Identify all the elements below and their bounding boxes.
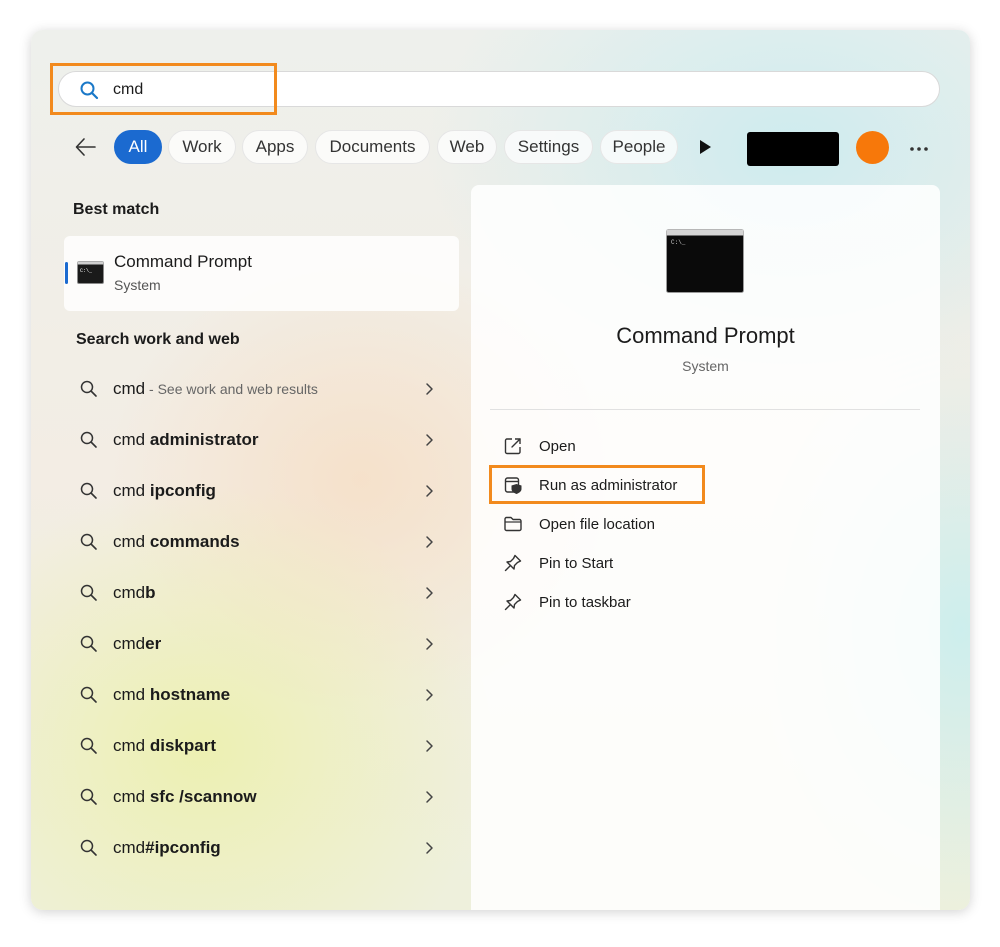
pin-icon (504, 593, 522, 611)
filter-bar: All Work Apps Documents Web Settings Peo… (31, 126, 970, 166)
web-result-text: cmd hostname (113, 685, 231, 704)
selection-indicator (65, 262, 68, 284)
action-open-file-location[interactable]: Open file location (493, 507, 723, 541)
chevron-right-icon (426, 383, 433, 395)
chevron-right-icon (426, 587, 433, 599)
search-icon (80, 686, 97, 703)
web-result-row[interactable]: cmd commands (64, 520, 459, 564)
web-result-row[interactable]: cmd hostname (64, 673, 459, 717)
web-result-row[interactable]: cmd - See work and web results (64, 367, 459, 411)
command-prompt-icon: C:\_ (666, 229, 744, 293)
chevron-right-icon (426, 842, 433, 854)
search-web-heading: Search work and web (76, 331, 240, 348)
search-icon (80, 635, 97, 652)
web-result-row[interactable]: cmd sfc /scannow (64, 775, 459, 819)
search-icon (80, 584, 97, 601)
pin-icon (504, 554, 522, 572)
web-result-row[interactable]: cmd administrator (64, 418, 459, 462)
avatar[interactable] (856, 131, 889, 164)
folder-icon (504, 516, 522, 532)
web-result-row[interactable]: cmd#ipconfig (64, 826, 459, 870)
chevron-right-icon (426, 485, 433, 497)
detail-subtitle: System (682, 358, 729, 374)
action-label: Open (539, 438, 576, 455)
web-result-text: cmd sfc /scannow (113, 787, 257, 806)
web-result-text: cmd diskpart (113, 736, 216, 755)
search-icon (80, 431, 97, 448)
divider (490, 409, 920, 410)
best-match-card[interactable]: C:\_ Command Prompt System (64, 236, 459, 311)
svg-text:C:\_: C:\_ (80, 268, 93, 274)
web-result-text: cmd#ipconfig (113, 838, 221, 857)
web-result-row[interactable]: cmd diskpart (64, 724, 459, 768)
chevron-right-icon (426, 638, 433, 650)
tab-settings[interactable]: Settings (504, 130, 593, 164)
svg-text:C:\_: C:\_ (671, 239, 686, 246)
open-external-icon (504, 438, 521, 455)
search-icon (80, 737, 97, 754)
tab-work[interactable]: Work (168, 130, 236, 164)
command-prompt-icon: C:\_ (77, 261, 104, 284)
web-result-text: cmder (113, 634, 162, 653)
more-icon[interactable] (909, 146, 929, 152)
search-window: All Work Apps Documents Web Settings Peo… (31, 30, 970, 910)
back-arrow-icon[interactable] (73, 134, 99, 160)
search-icon (80, 533, 97, 550)
search-icon (80, 839, 97, 856)
action-label: Pin to Start (539, 555, 614, 572)
best-match-subtitle: System (114, 277, 161, 293)
chevron-right-icon (426, 689, 433, 701)
search-input[interactable] (111, 78, 895, 102)
tab-web[interactable]: Web (437, 130, 497, 164)
web-result-row[interactable]: cmdb (64, 571, 459, 615)
web-result-text: cmd - See work and web results (113, 379, 318, 398)
search-box[interactable] (58, 71, 940, 107)
action-pin-to-start[interactable]: Pin to Start (493, 546, 723, 580)
web-result-text: cmd ipconfig (113, 481, 216, 500)
detail-panel: C:\_ Command Prompt System Open Run as a… (471, 185, 940, 910)
web-result-text: cmd commands (113, 532, 240, 551)
search-icon (80, 482, 97, 499)
action-open[interactable]: Open (493, 429, 723, 463)
chevron-right-icon (426, 740, 433, 752)
action-label: Pin to taskbar (539, 594, 631, 611)
play-icon[interactable] (697, 138, 713, 156)
search-icon (80, 788, 97, 805)
best-match-heading: Best match (73, 201, 160, 218)
action-label: Run as administrator (539, 477, 678, 494)
web-result-text: cmd administrator (113, 430, 259, 449)
search-icon (80, 81, 99, 100)
action-label: Open file location (539, 516, 655, 533)
search-icon (80, 380, 97, 397)
tab-apps[interactable]: Apps (242, 130, 308, 164)
tab-people[interactable]: People (600, 130, 678, 164)
detail-title: Command Prompt (616, 323, 795, 348)
action-run-as-administrator[interactable]: Run as administrator (493, 468, 723, 502)
best-match-title: Command Prompt (114, 252, 252, 271)
tab-documents[interactable]: Documents (315, 130, 430, 164)
web-result-row[interactable]: cmd ipconfig (64, 469, 459, 513)
tab-all[interactable]: All (114, 130, 162, 164)
chevron-right-icon (426, 536, 433, 548)
action-pin-to-taskbar[interactable]: Pin to taskbar (493, 585, 723, 619)
shield-icon (504, 477, 522, 494)
web-result-text: cmdb (113, 583, 156, 602)
chevron-right-icon (426, 791, 433, 803)
web-result-row[interactable]: cmder (64, 622, 459, 666)
redacted-account-name (747, 132, 839, 166)
chevron-right-icon (426, 434, 433, 446)
